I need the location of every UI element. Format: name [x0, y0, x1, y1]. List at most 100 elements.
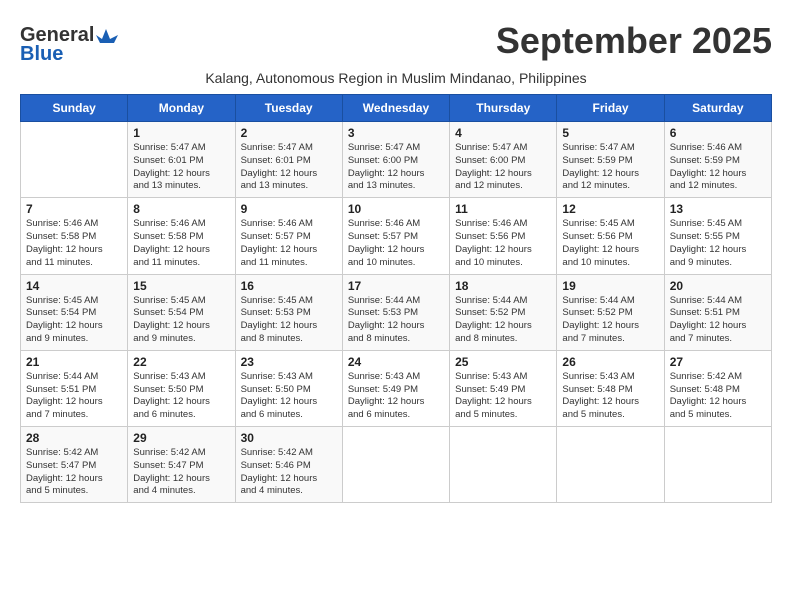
- calendar-cell: 17 Sunrise: 5:44 AM Sunset: 5:53 PM Dayli…: [342, 274, 449, 350]
- day-info: Sunrise: 5:45 AM Sunset: 5:54 PM Dayligh…: [133, 295, 229, 346]
- col-header-sunday: Sunday: [21, 95, 128, 122]
- logo-icon: [96, 27, 118, 45]
- day-number: 20: [670, 279, 766, 293]
- day-number: 21: [26, 355, 122, 369]
- day-info: Sunrise: 5:47 AM Sunset: 6:01 PM Dayligh…: [241, 142, 337, 193]
- col-header-tuesday: Tuesday: [235, 95, 342, 122]
- col-header-wednesday: Wednesday: [342, 95, 449, 122]
- day-info: Sunrise: 5:43 AM Sunset: 5:48 PM Dayligh…: [562, 371, 658, 422]
- day-number: 3: [348, 126, 444, 140]
- day-info: Sunrise: 5:44 AM Sunset: 5:51 PM Dayligh…: [670, 295, 766, 346]
- week-row-4: 21 Sunrise: 5:44 AM Sunset: 5:51 PM Dayli…: [21, 350, 772, 426]
- calendar-cell: 21 Sunrise: 5:44 AM Sunset: 5:51 PM Dayli…: [21, 350, 128, 426]
- calendar-cell: 14 Sunrise: 5:45 AM Sunset: 5:54 PM Dayli…: [21, 274, 128, 350]
- calendar-cell: 6 Sunrise: 5:46 AM Sunset: 5:59 PM Daylig…: [664, 122, 771, 198]
- day-info: Sunrise: 5:47 AM Sunset: 5:59 PM Dayligh…: [562, 142, 658, 193]
- day-info: Sunrise: 5:46 AM Sunset: 5:57 PM Dayligh…: [348, 218, 444, 269]
- day-info: Sunrise: 5:42 AM Sunset: 5:47 PM Dayligh…: [133, 447, 229, 498]
- month-title: September 2025: [496, 20, 772, 62]
- calendar-cell: 2Sunrise: 5:47 AM Sunset: 6:01 PM Daylig…: [235, 122, 342, 198]
- calendar-cell: 30Sunrise: 5:42 AM Sunset: 5:46 PM Dayli…: [235, 427, 342, 503]
- day-info: Sunrise: 5:43 AM Sunset: 5:50 PM Dayligh…: [241, 371, 337, 422]
- week-row-1: 1 Sunrise: 5:47 AM Sunset: 6:01 PM Daylig…: [21, 122, 772, 198]
- day-number: 14: [26, 279, 122, 293]
- calendar-cell: 4 Sunrise: 5:47 AM Sunset: 6:00 PM Daylig…: [450, 122, 557, 198]
- day-info: Sunrise: 5:47 AM Sunset: 6:01 PM Dayligh…: [133, 142, 229, 193]
- day-number: 7: [26, 202, 122, 216]
- day-info: Sunrise: 5:47 AM Sunset: 6:00 PM Dayligh…: [348, 142, 444, 193]
- day-number: 27: [670, 355, 766, 369]
- calendar-cell: [664, 427, 771, 503]
- day-info: Sunrise: 5:42 AM Sunset: 5:47 PM Dayligh…: [26, 447, 122, 498]
- day-number: 1: [133, 126, 229, 140]
- calendar-cell: 27Sunrise: 5:42 AM Sunset: 5:48 PM Dayli…: [664, 350, 771, 426]
- day-number: 18: [455, 279, 551, 293]
- calendar-cell: 22 Sunrise: 5:43 AM Sunset: 5:50 PM Dayli…: [128, 350, 235, 426]
- logo-blue: Blue: [20, 43, 63, 66]
- day-number: 9: [241, 202, 337, 216]
- day-info: Sunrise: 5:45 AM Sunset: 5:55 PM Dayligh…: [670, 218, 766, 269]
- day-number: 5: [562, 126, 658, 140]
- week-row-3: 14 Sunrise: 5:45 AM Sunset: 5:54 PM Dayli…: [21, 274, 772, 350]
- day-info: Sunrise: 5:46 AM Sunset: 5:59 PM Dayligh…: [670, 142, 766, 193]
- calendar-cell: 23 Sunrise: 5:43 AM Sunset: 5:50 PM Dayli…: [235, 350, 342, 426]
- week-row-5: 28Sunrise: 5:42 AM Sunset: 5:47 PM Dayli…: [21, 427, 772, 503]
- day-info: Sunrise: 5:46 AM Sunset: 5:57 PM Dayligh…: [241, 218, 337, 269]
- day-info: Sunrise: 5:45 AM Sunset: 5:54 PM Dayligh…: [26, 295, 122, 346]
- calendar-cell: 3 Sunrise: 5:47 AM Sunset: 6:00 PM Daylig…: [342, 122, 449, 198]
- day-info: Sunrise: 5:45 AM Sunset: 5:53 PM Dayligh…: [241, 295, 337, 346]
- calendar-cell: 12Sunrise: 5:45 AM Sunset: 5:56 PM Dayli…: [557, 198, 664, 274]
- day-info: Sunrise: 5:46 AM Sunset: 5:58 PM Dayligh…: [133, 218, 229, 269]
- calendar-cell: 18Sunrise: 5:44 AM Sunset: 5:52 PM Dayli…: [450, 274, 557, 350]
- col-header-monday: Monday: [128, 95, 235, 122]
- calendar-cell: [450, 427, 557, 503]
- calendar-cell: 24 Sunrise: 5:43 AM Sunset: 5:49 PM Dayli…: [342, 350, 449, 426]
- logo: General Blue: [20, 24, 118, 66]
- calendar-cell: 29 Sunrise: 5:42 AM Sunset: 5:47 PM Dayli…: [128, 427, 235, 503]
- day-number: 8: [133, 202, 229, 216]
- day-number: 4: [455, 126, 551, 140]
- day-number: 22: [133, 355, 229, 369]
- day-info: Sunrise: 5:46 AM Sunset: 5:56 PM Dayligh…: [455, 218, 551, 269]
- calendar-cell: [21, 122, 128, 198]
- calendar-cell: 25 Sunrise: 5:43 AM Sunset: 5:49 PM Dayli…: [450, 350, 557, 426]
- calendar-cell: 9 Sunrise: 5:46 AM Sunset: 5:57 PM Daylig…: [235, 198, 342, 274]
- calendar-cell: 11Sunrise: 5:46 AM Sunset: 5:56 PM Dayli…: [450, 198, 557, 274]
- day-number: 26: [562, 355, 658, 369]
- calendar-subtitle: Kalang, Autonomous Region in Muslim Mind…: [20, 70, 772, 86]
- calendar-cell: 1 Sunrise: 5:47 AM Sunset: 6:01 PM Daylig…: [128, 122, 235, 198]
- col-header-thursday: Thursday: [450, 95, 557, 122]
- day-number: 25: [455, 355, 551, 369]
- day-info: Sunrise: 5:43 AM Sunset: 5:49 PM Dayligh…: [455, 371, 551, 422]
- day-number: 6: [670, 126, 766, 140]
- day-info: Sunrise: 5:43 AM Sunset: 5:49 PM Dayligh…: [348, 371, 444, 422]
- day-info: Sunrise: 5:47 AM Sunset: 6:00 PM Dayligh…: [455, 142, 551, 193]
- week-row-2: 7 Sunrise: 5:46 AM Sunset: 5:58 PM Daylig…: [21, 198, 772, 274]
- day-number: 15: [133, 279, 229, 293]
- day-info: Sunrise: 5:44 AM Sunset: 5:53 PM Dayligh…: [348, 295, 444, 346]
- day-number: 24: [348, 355, 444, 369]
- calendar-cell: 5 Sunrise: 5:47 AM Sunset: 5:59 PM Daylig…: [557, 122, 664, 198]
- day-number: 30: [241, 431, 337, 445]
- day-info: Sunrise: 5:44 AM Sunset: 5:52 PM Dayligh…: [562, 295, 658, 346]
- day-number: 17: [348, 279, 444, 293]
- col-header-saturday: Saturday: [664, 95, 771, 122]
- day-number: 29: [133, 431, 229, 445]
- calendar-cell: 20 Sunrise: 5:44 AM Sunset: 5:51 PM Dayli…: [664, 274, 771, 350]
- day-number: 23: [241, 355, 337, 369]
- calendar-cell: 8 Sunrise: 5:46 AM Sunset: 5:58 PM Daylig…: [128, 198, 235, 274]
- day-number: 19: [562, 279, 658, 293]
- calendar-cell: 16 Sunrise: 5:45 AM Sunset: 5:53 PM Dayli…: [235, 274, 342, 350]
- day-number: 16: [241, 279, 337, 293]
- calendar-cell: 10 Sunrise: 5:46 AM Sunset: 5:57 PM Dayli…: [342, 198, 449, 274]
- day-number: 10: [348, 202, 444, 216]
- day-info: Sunrise: 5:45 AM Sunset: 5:56 PM Dayligh…: [562, 218, 658, 269]
- day-info: Sunrise: 5:46 AM Sunset: 5:58 PM Dayligh…: [26, 218, 122, 269]
- calendar-cell: [557, 427, 664, 503]
- day-number: 13: [670, 202, 766, 216]
- calendar-cell: 15 Sunrise: 5:45 AM Sunset: 5:54 PM Dayli…: [128, 274, 235, 350]
- day-info: Sunrise: 5:44 AM Sunset: 5:51 PM Dayligh…: [26, 371, 122, 422]
- calendar-cell: 26 Sunrise: 5:43 AM Sunset: 5:48 PM Dayli…: [557, 350, 664, 426]
- calendar-cell: 13 Sunrise: 5:45 AM Sunset: 5:55 PM Dayli…: [664, 198, 771, 274]
- day-info: Sunrise: 5:43 AM Sunset: 5:50 PM Dayligh…: [133, 371, 229, 422]
